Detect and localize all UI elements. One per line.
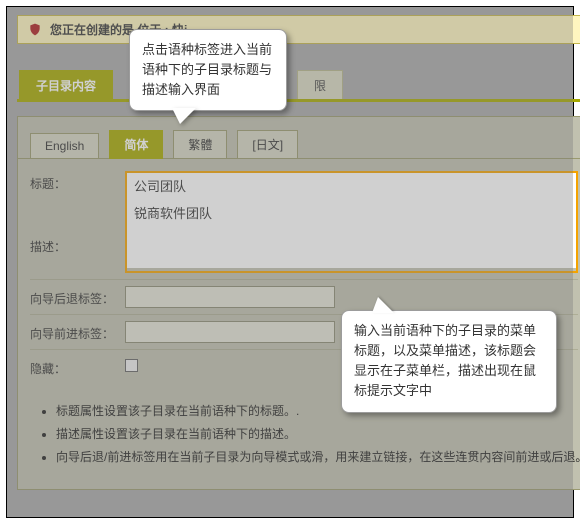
lang-tab-japanese[interactable]: [日文] [237,130,298,159]
tooltip-tail-icon [372,297,394,313]
bullet-item: 向导后退/前进标签用在当前子目录为向导模式或滑，用来建立链接，在这些连贯内容间前… [56,448,572,466]
lang-tab-simplified[interactable]: 简体 [109,130,163,159]
label-title: 标题： [30,171,125,192]
bullet-item: 描述属性设置该子目录在当前语种下的描述。 [56,425,572,443]
desc-input[interactable] [127,198,576,268]
lang-tab-traditional[interactable]: 繁體 [173,130,227,159]
title-highlight [125,171,578,198]
alert-bar: 您正在创建的是 位于 : 快j [17,15,580,44]
fwd-input[interactable] [125,321,335,343]
lang-tab-english[interactable]: English [30,133,99,159]
tab-limit[interactable]: 限 [297,70,343,99]
tooltip-input: 输入当前语种下的子目录的菜单标题，以及菜单描述，该标题会显示在子菜单栏，描述出现… [341,310,557,413]
row-desc: 描述： [30,198,578,280]
label-hide: 隐藏： [30,356,125,377]
title-input[interactable] [127,173,576,198]
row-title: 标题： [30,165,578,198]
label-desc: 描述： [30,198,125,255]
lang-tabs: English 简体 繁體 [日文] [18,117,580,159]
app-stage: 您正在创建的是 位于 : 快j 子目录内容 限 English 简体 繁體 [日… [6,6,574,518]
label-fwd: 向导前进标签： [30,321,125,342]
tooltip-tail-icon [172,108,196,124]
tooltip-lang: 点击语种标签进入当前语种下的子目录标题与描述输入界面 [129,29,287,111]
top-tabs: 子目录内容 限 [17,70,580,102]
shield-icon [28,22,42,37]
ctrl-back [125,286,578,308]
tab-subdir-content[interactable]: 子目录内容 [19,70,113,99]
desc-highlight [125,198,578,273]
label-back: 向导后退标签： [30,286,125,307]
tooltip-lang-text: 点击语种标签进入当前语种下的子目录标题与描述输入界面 [142,42,272,97]
tooltip-input-text: 输入当前语种下的子目录的菜单标题，以及菜单描述，该标题会显示在子菜单栏，描述出现… [354,323,536,398]
app-inner: 您正在创建的是 位于 : 快j 子目录内容 限 English 简体 繁體 [日… [17,15,580,525]
back-input[interactable] [125,286,335,308]
hide-checkbox[interactable] [125,359,138,372]
panel: English 简体 繁體 [日文] 标题： 描述： [17,116,580,490]
